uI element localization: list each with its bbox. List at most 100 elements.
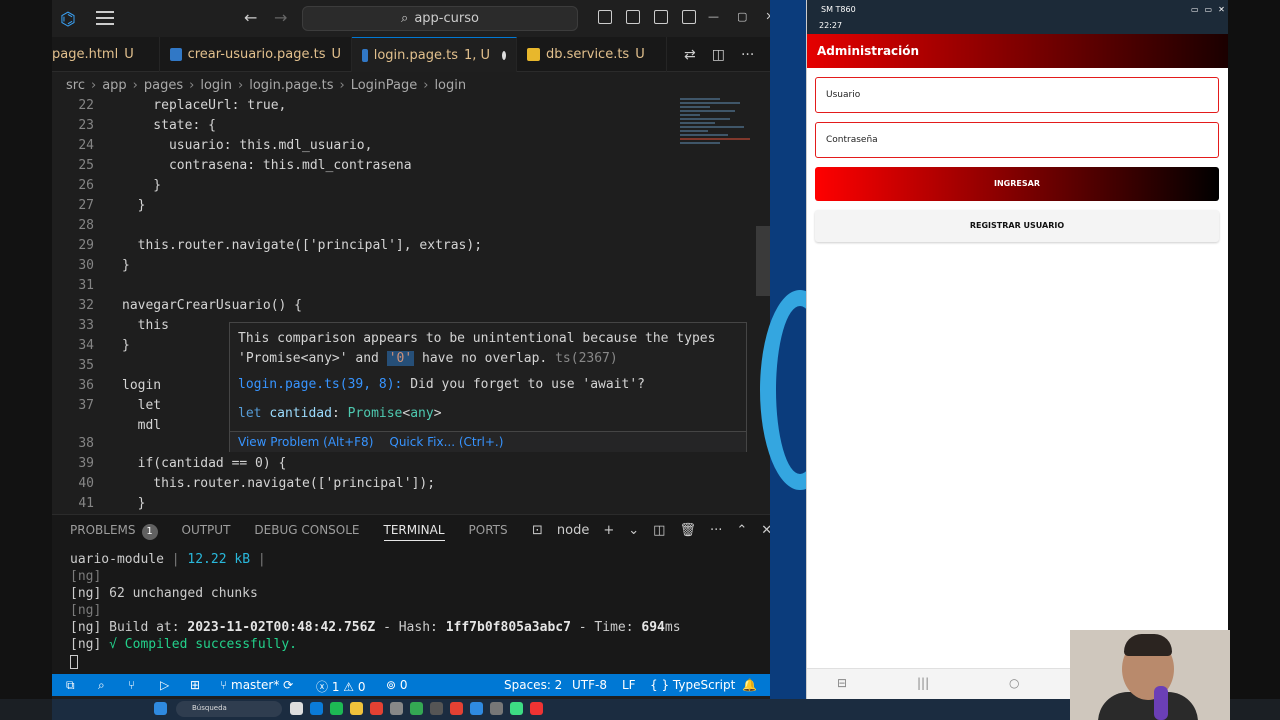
line-number: 41: [78, 496, 94, 511]
app-icon[interactable]: [430, 702, 443, 715]
code-line: 31: [52, 276, 692, 296]
maximize-panel-icon[interactable]: ⌃: [736, 523, 747, 538]
more-actions-icon[interactable]: ···: [741, 47, 754, 63]
breadcrumb-item[interactable]: pages: [144, 78, 183, 93]
tab-page-html[interactable]: page.html U: [52, 37, 160, 72]
forward-arrow-icon[interactable]: →: [274, 8, 287, 27]
editor-scrollbar[interactable]: [756, 226, 770, 296]
encoding-indicator[interactable]: UTF-8: [572, 678, 607, 692]
emulator-window-controls[interactable]: ▭▭✕: [1191, 5, 1231, 14]
vscode-taskbar-icon[interactable]: [470, 702, 483, 715]
new-terminal-icon[interactable]: +: [603, 523, 614, 538]
line-code: login: [122, 378, 162, 393]
ports-indicator[interactable]: ⊚ 0: [386, 678, 408, 692]
task-view-icon[interactable]: [290, 702, 303, 715]
breadcrumb-item[interactable]: src: [66, 78, 85, 93]
more-actions-icon[interactable]: ···: [710, 523, 722, 538]
minimize-icon[interactable]: —: [708, 10, 719, 23]
spotify-icon[interactable]: [330, 702, 343, 715]
breadcrumb-item[interactable]: login: [434, 78, 466, 93]
edge-icon[interactable]: [310, 702, 323, 715]
drive-icon[interactable]: [410, 702, 423, 715]
command-center-label: app-curso: [414, 11, 479, 26]
command-center-search[interactable]: ⌕ app-curso: [302, 6, 578, 31]
app-toolbar: Administración: [807, 34, 1229, 68]
compare-changes-icon[interactable]: ⇄: [684, 47, 696, 63]
terminal-taskbar-icon[interactable]: [490, 702, 503, 715]
related-info: login.page.ts(39, 8): Did you forget to …: [238, 377, 646, 392]
toggle-sidebar-icon[interactable]: [598, 10, 612, 24]
windows-start-icon[interactable]: [154, 702, 167, 715]
tab-db-service[interactable]: db.service.ts U: [517, 37, 667, 72]
code-line: 28: [52, 216, 692, 236]
app-icon[interactable]: [390, 702, 403, 715]
recent-apps-icon[interactable]: ⊟: [837, 676, 847, 690]
indentation-indicator[interactable]: Spaces: 2: [504, 678, 562, 692]
trash-icon[interactable]: 🗑: [679, 523, 696, 538]
toggle-secondary-sidebar-icon[interactable]: [654, 10, 668, 24]
remote-icon[interactable]: ⧉: [66, 678, 75, 693]
line-code: replaceUrl: true,: [122, 98, 287, 113]
customize-layout-icon[interactable]: [682, 10, 696, 24]
tab-output[interactable]: OUTPUT: [182, 523, 231, 541]
login-button[interactable]: INGRESAR: [815, 167, 1219, 201]
minimap[interactable]: [680, 96, 756, 186]
breadcrumb-item[interactable]: login.page.ts: [249, 78, 333, 93]
panel-tabs: PROBLEMS 1 OUTPUT DEBUG CONSOLE TERMINAL …: [70, 523, 508, 541]
breadcrumb-item[interactable]: LoginPage: [351, 78, 418, 93]
tab-problems[interactable]: PROBLEMS 1: [70, 523, 158, 541]
explorer-icon[interactable]: [350, 702, 363, 715]
line-code: if(cantidad == 0) {: [122, 456, 287, 471]
view-problem-link[interactable]: View Problem (Alt+F8): [238, 435, 373, 449]
username-field[interactable]: Usuario: [815, 77, 1219, 113]
chrome-icon[interactable]: [450, 702, 463, 715]
back-arrow-icon[interactable]: ←: [244, 8, 257, 27]
source-control-icon[interactable]: ⑂: [128, 678, 135, 692]
tab-login-page[interactable]: login.page.ts 1, U: [352, 37, 517, 72]
chrome-icon[interactable]: [370, 702, 383, 715]
terminal-output[interactable]: uario-module | 12.22 kB | [ng] [ng] 62 u…: [70, 551, 760, 670]
related-location-link[interactable]: login.page.ts(39, 8):: [238, 377, 402, 392]
tab-terminal[interactable]: TERMINAL: [383, 523, 445, 541]
code-line: 41 }: [52, 494, 692, 514]
eol-indicator[interactable]: LF: [622, 678, 636, 692]
line-number: 36: [78, 378, 94, 393]
register-user-button[interactable]: REGISTRAR USUARIO: [815, 210, 1219, 242]
android-studio-icon[interactable]: [510, 702, 523, 715]
chevron-down-icon[interactable]: ⌄: [628, 523, 639, 538]
close-panel-icon[interactable]: ✕: [761, 523, 770, 538]
extensions-icon[interactable]: ⊞: [190, 678, 200, 692]
layout-controls: [598, 10, 696, 24]
line-number: 32: [78, 298, 94, 313]
screen: ⌬ ← → ⌕ app-curso — ▢ ✕ page.html: [0, 0, 1280, 720]
breadcrumb-item[interactable]: app: [102, 78, 126, 93]
problems-indicator[interactable]: ⓧ 1 ⚠ 0: [316, 678, 366, 695]
line-code: }: [122, 198, 146, 213]
taskbar-search[interactable]: Búsqueda: [176, 701, 282, 717]
search-icon[interactable]: ⌕: [98, 678, 105, 693]
recorder-icon[interactable]: [530, 702, 543, 715]
unsaved-dot-icon[interactable]: [502, 50, 506, 60]
home-icon[interactable]: ○: [1009, 676, 1019, 690]
tab-crear-usuario[interactable]: crear-usuario.page.ts U: [160, 37, 352, 72]
split-editor-icon[interactable]: ◫: [712, 47, 725, 63]
breadcrumb-item[interactable]: login: [200, 78, 232, 93]
overview-icon[interactable]: |||: [917, 676, 929, 690]
split-terminal-icon[interactable]: ◫: [653, 523, 665, 538]
language-indicator[interactable]: { } TypeScript: [650, 678, 735, 692]
tab-ports[interactable]: PORTS: [469, 523, 508, 541]
terminal-name[interactable]: node: [557, 523, 589, 538]
editor-tabs: page.html U crear-usuario.page.ts U logi…: [52, 37, 770, 72]
toggle-panel-icon[interactable]: [626, 10, 640, 24]
line-code: this.router.navigate(['principal'], extr…: [122, 238, 483, 253]
notifications-bell-icon[interactable]: 🔔: [742, 678, 757, 692]
maximize-icon[interactable]: ▢: [737, 10, 747, 23]
branch-indicator[interactable]: ⑂ master* ⟳: [220, 678, 293, 692]
tab-debug-console[interactable]: DEBUG CONSOLE: [254, 523, 359, 541]
password-field[interactable]: Contraseña: [815, 122, 1219, 158]
quick-fix-link[interactable]: Quick Fix... (Ctrl+.): [389, 435, 503, 449]
menu-icon[interactable]: [96, 11, 114, 25]
android-emulator: SM T860 22:27 ▭▭✕ Administración Usuario…: [806, 0, 1231, 699]
line-number: 28: [78, 218, 94, 233]
run-debug-icon[interactable]: ▷: [160, 678, 169, 692]
